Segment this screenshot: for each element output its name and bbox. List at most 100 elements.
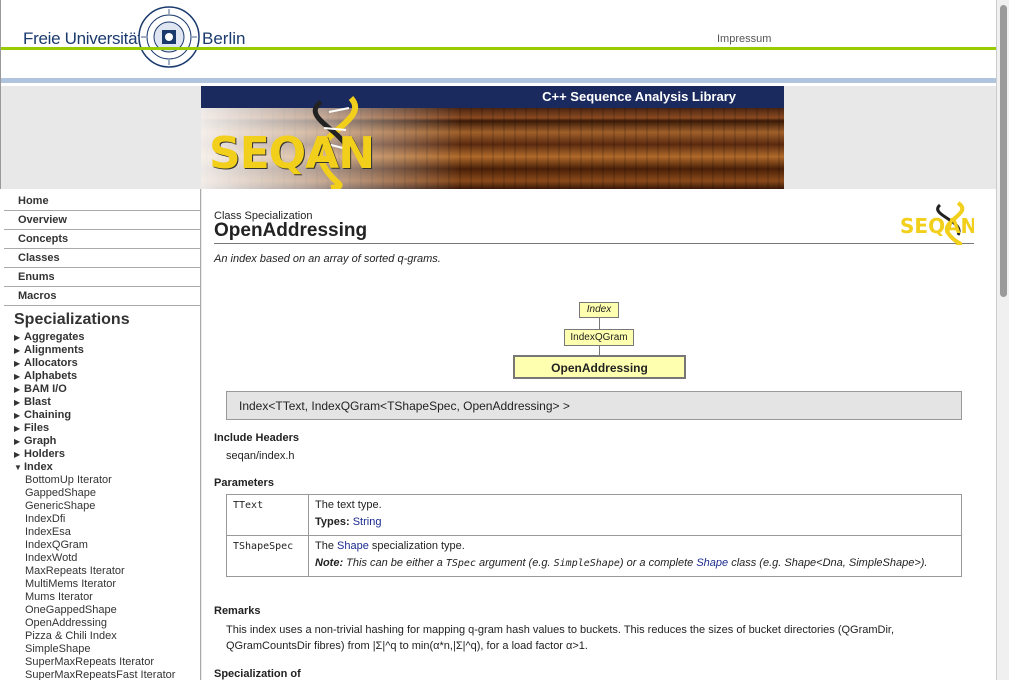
sidebar-group-open[interactable]: ▼ Index <box>0 461 200 474</box>
hierarchy-index-box[interactable]: Index <box>579 302 619 318</box>
sidebar-item[interactable]: Mums Iterator <box>0 591 200 604</box>
param-types: Types: String <box>315 516 955 528</box>
sidebar-item[interactable]: SuperMaxRepeats Iterator <box>0 656 200 669</box>
include-file: seqan/index.h <box>226 450 295 462</box>
expand-triangle-icon[interactable]: ▶ <box>14 422 24 435</box>
note-text: class (e.g. Shape<Dna, SimpleShape>). <box>731 557 928 569</box>
main-content: Class Specialization OpenAddressing SEQA… <box>202 189 996 680</box>
seqan-small-logo: SEQAN <box>900 199 977 250</box>
seqan-small-helix-icon: SEQAN <box>900 201 977 247</box>
sidebar-item[interactable]: IndexWotd <box>0 552 200 565</box>
sidebar-item[interactable]: BottomUp Iterator <box>0 474 200 487</box>
param-desc-text: The Shape specialization type. <box>315 540 955 552</box>
nav-classes[interactable]: Classes <box>4 249 200 268</box>
string-link[interactable]: String <box>353 516 382 528</box>
expand-triangle-icon[interactable]: ▶ <box>14 448 24 461</box>
sidebar-section-title: Specializations <box>14 311 130 328</box>
scrollbar-thumb[interactable] <box>1000 5 1007 297</box>
university-name-left[interactable]: Freie Universität <box>23 29 142 49</box>
nav-home[interactable]: Home <box>4 192 200 211</box>
accent-bar <box>1 47 997 50</box>
sidebar-item[interactable]: IndexQGram <box>0 539 200 552</box>
expand-triangle-icon[interactable]: ▶ <box>14 344 24 357</box>
sidebar-group[interactable]: ▶ Blast <box>0 396 200 409</box>
expand-triangle-icon[interactable]: ▶ <box>14 383 24 396</box>
sidebar-group[interactable]: ▶ Graph <box>0 435 200 448</box>
param-desc: The text type. Types: String <box>308 494 962 536</box>
expand-triangle-icon[interactable]: ▶ <box>14 396 24 409</box>
remarks-heading: Remarks <box>214 605 261 617</box>
hierarchy-openaddressing-box: OpenAddressing <box>513 355 686 379</box>
nav-macros[interactable]: Macros <box>4 287 200 306</box>
sidebar-item[interactable]: MaxRepeats Iterator <box>0 565 200 578</box>
sidebar-group[interactable]: ▶ Alphabets <box>0 370 200 383</box>
university-seal-icon[interactable] <box>138 6 200 68</box>
sidebar-group-label: Blast <box>24 396 51 408</box>
seqan-logo[interactable]: SEQAN <box>209 128 375 179</box>
sidebar-group-label: Aggregates <box>24 331 85 343</box>
expand-triangle-icon[interactable]: ▶ <box>14 331 24 344</box>
sidebar-group-label: Index <box>24 461 53 473</box>
expand-triangle-icon[interactable]: ▶ <box>14 409 24 422</box>
parameters-heading: Parameters <box>214 477 274 489</box>
sidebar-group[interactable]: ▶ Chaining <box>0 409 200 422</box>
university-name-right[interactable]: Berlin <box>202 29 245 49</box>
param-name: TShapeSpec <box>226 535 309 577</box>
hierarchy-connector <box>599 318 600 329</box>
sidebar-group[interactable]: ▶ Aggregates <box>0 331 200 344</box>
shape-link[interactable]: Shape <box>696 557 728 569</box>
sidebar-item[interactable]: MultiMems Iterator <box>0 578 200 591</box>
sidebar-group-label: Allocators <box>24 357 78 369</box>
sidebar-item[interactable]: SimpleShape <box>0 643 200 656</box>
sidebar-item[interactable]: IndexEsa <box>0 526 200 539</box>
page-title: OpenAddressing <box>214 220 368 241</box>
divider-bar <box>1 78 997 83</box>
collapse-triangle-icon[interactable]: ▼ <box>14 461 24 474</box>
seqan-banner: C++ Sequence Analysis Library SEQAN <box>201 86 784 189</box>
sidebar-item[interactable]: SuperMaxRepeatsFast Iterator <box>0 669 200 680</box>
sidebar-group[interactable]: ▶ BAM I/O <box>0 383 200 396</box>
param-note: Note: This can be either a TSpec argumen… <box>315 555 955 572</box>
expand-triangle-icon[interactable]: ▶ <box>14 370 24 383</box>
sidebar-item[interactable]: OpenAddressing <box>0 617 200 630</box>
sidebar-item[interactable]: GenericShape <box>0 500 200 513</box>
note-text: This can be either a <box>346 557 443 569</box>
title-divider <box>214 243 974 244</box>
sidebar-item[interactable]: OneGappedShape <box>0 604 200 617</box>
impressum-link[interactable]: Impressum <box>717 33 771 45</box>
hierarchy-indexqgram-box[interactable]: IndexQGram <box>564 329 634 346</box>
param-desc-text: The text type. <box>315 499 382 511</box>
expand-triangle-icon[interactable]: ▶ <box>14 435 24 448</box>
parameters-table: TText The text type. Types: String TShap… <box>226 494 962 577</box>
sidebar: Home Overview Concepts Classes Enums Mac… <box>0 189 201 680</box>
nav-overview[interactable]: Overview <box>4 211 200 230</box>
fu-header: Freie Universität Berlin Impressum <box>0 0 997 86</box>
shape-link[interactable]: Shape <box>337 540 369 552</box>
specialization-of-heading: Specialization of <box>214 668 301 680</box>
sidebar-item[interactable]: Pizza & Chili Index <box>0 630 200 643</box>
hierarchy-connector <box>599 346 600 355</box>
note-text: argument (e.g. <box>479 557 551 569</box>
sidebar-group[interactable]: ▶ Allocators <box>0 357 200 370</box>
sidebar-group[interactable]: ▶ Alignments <box>0 344 200 357</box>
table-row: TShapeSpec The Shape specialization type… <box>226 535 962 577</box>
scrollbar[interactable] <box>996 0 1009 680</box>
sidebar-group-label: Files <box>24 422 50 434</box>
sidebar-item[interactable]: GappedShape <box>0 487 200 500</box>
sidebar-group-label: Chaining <box>24 409 72 421</box>
sidebar-group-label: Alignments <box>24 344 84 356</box>
param-desc: The Shape specialization type. Note: Thi… <box>308 535 962 577</box>
note-text: ) or a complete <box>619 557 694 569</box>
table-row: TText The text type. Types: String <box>226 494 962 536</box>
desc-text: The <box>315 540 334 552</box>
expand-triangle-icon[interactable]: ▶ <box>14 357 24 370</box>
banner-title: C++ Sequence Analysis Library <box>542 89 736 104</box>
sidebar-group[interactable]: ▶ Holders <box>0 448 200 461</box>
sidebar-group[interactable]: ▶ Files <box>0 422 200 435</box>
sidebar-group-label: Holders <box>24 448 65 460</box>
nav-enums[interactable]: Enums <box>4 268 200 287</box>
note-code: TSpec <box>445 558 476 569</box>
note-code: SimpleShape <box>553 558 620 569</box>
nav-concepts[interactable]: Concepts <box>4 230 200 249</box>
sidebar-item[interactable]: IndexDfi <box>0 513 200 526</box>
